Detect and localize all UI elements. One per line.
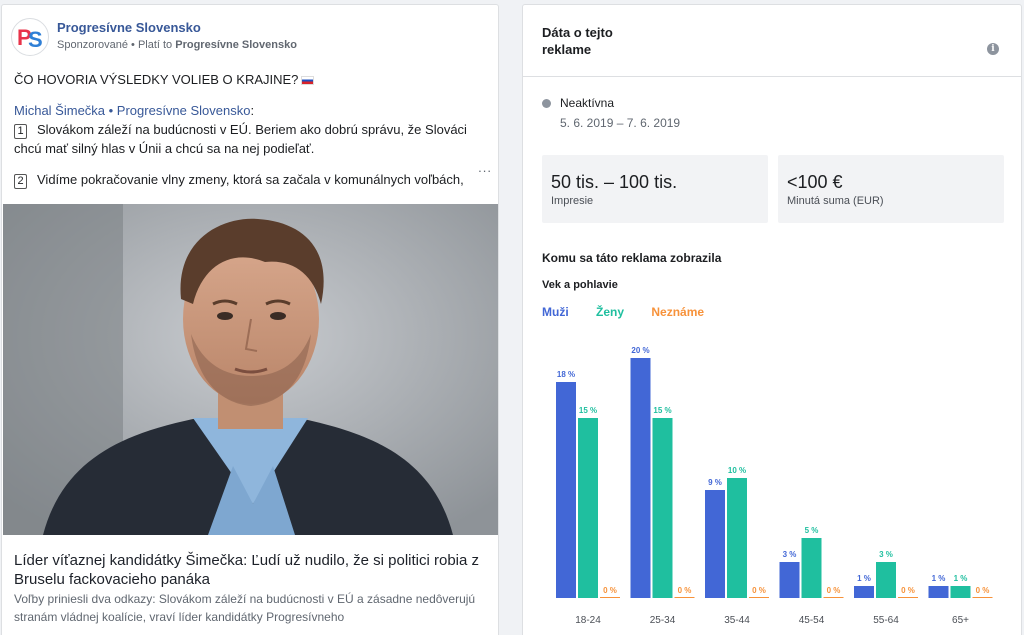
point-one-text: Slovákom záleží na budúcnosti v EÚ. Beri…	[14, 122, 467, 156]
data-label-55-64-1: 3 %	[879, 550, 893, 559]
sponsored-label: Sponzorované	[57, 39, 128, 51]
sponsored-line: Sponzorované • Platí to Progresívne Slov…	[57, 39, 297, 51]
bar-45-54-2[interactable]	[823, 597, 844, 598]
link-title[interactable]: Líder víťaznej kandidátky Šimečka: Ľudí …	[14, 551, 490, 589]
data-label-65+-0: 1 %	[932, 574, 946, 583]
ad-data-panel: Dáta o tejto reklame i Neaktívna 5. 6. 2…	[522, 4, 1022, 635]
keycap-two-icon: 2	[14, 174, 27, 189]
info-icon[interactable]: i	[987, 43, 999, 55]
bar-55-64-1[interactable]	[876, 562, 896, 598]
bar-25-34-2[interactable]	[674, 597, 695, 598]
bar-18-24-2[interactable]	[600, 597, 620, 598]
data-label-55-64-0: 1 %	[857, 574, 871, 583]
data-label-18-24-1: 15 %	[579, 406, 597, 415]
data-label-45-54-2: 0 %	[827, 586, 841, 595]
data-label-35-44-1: 10 %	[728, 466, 746, 475]
inactive-status-dot-icon	[542, 99, 551, 108]
point-two-text: Vidíme pokračovanie vlny zmeny, ktorá sa…	[37, 172, 464, 187]
bar-65+-1[interactable]	[950, 586, 971, 598]
slovakia-flag-icon	[301, 76, 315, 86]
bar-55-64-0[interactable]	[854, 586, 874, 598]
bar-45-54-1[interactable]	[801, 538, 822, 598]
bar-35-44-0[interactable]	[705, 490, 725, 598]
bar-25-34-0[interactable]	[630, 358, 651, 598]
audience-title: Komu sa táto reklama zobrazila	[542, 251, 722, 265]
link-description: Voľby priniesli dva odkazy: Slovákom zál…	[14, 592, 476, 624]
bar-18-24-1[interactable]	[578, 418, 598, 598]
x-tick-label: 18-24	[575, 615, 601, 626]
age-gender-title: Vek a pohlavie	[542, 279, 618, 291]
paid-by-name: Progresívne Slovensko	[175, 39, 297, 51]
bar-25-34-1[interactable]	[652, 418, 673, 598]
x-tick-label: 65+	[952, 615, 969, 626]
impressions-card: 50 tis. – 100 tis. Impresie	[542, 155, 768, 223]
impressions-label: Impresie	[551, 195, 594, 207]
data-label-18-24-2: 0 %	[603, 586, 617, 595]
ad-headline: ČO HOVORIA VÝSLEDKY VOLIEB O KRAJINE?	[14, 72, 299, 87]
data-label-65+-1: 1 %	[954, 574, 968, 583]
legend-men[interactable]: Muži	[542, 305, 569, 319]
ad-preview-card: P S Progresívne Slovensko Sponzorované •…	[1, 4, 499, 635]
page-avatar[interactable]: P S	[11, 18, 49, 56]
spend-card: <100 € Minutá suma (EUR)	[778, 155, 1004, 223]
data-label-45-54-1: 5 %	[805, 526, 819, 535]
bar-18-24-0[interactable]	[556, 382, 576, 598]
impressions-value: 50 tis. – 100 tis.	[551, 172, 678, 192]
data-label-18-24-0: 18 %	[557, 370, 575, 379]
bar-65+-2[interactable]	[972, 597, 993, 598]
spend-label: Minutá suma (EUR)	[787, 195, 884, 207]
bar-35-44-1[interactable]	[727, 478, 747, 598]
data-label-45-54-0: 3 %	[783, 550, 797, 559]
age-gender-bar-chart: 18 % 15 % 0 % 18-24 20 % 15 % 0 % 25-34 9 % 10 % 0…	[556, 346, 993, 626]
page-name-link[interactable]: Progresívne Slovensko	[57, 20, 297, 36]
author-line[interactable]: Michal Šimečka • Progresívne Slovensko	[14, 103, 250, 118]
data-label-35-44-0: 9 %	[708, 478, 722, 487]
x-tick-label: 35-44	[724, 615, 750, 626]
ad-photo[interactable]	[3, 204, 498, 535]
chart-legend: Muži Ženy Neznáme	[542, 305, 728, 319]
panel-divider	[523, 76, 1021, 77]
bar-55-64-2[interactable]	[898, 597, 918, 598]
paid-by-prefix: Platí to	[137, 39, 173, 51]
status-label: Neaktívna	[560, 96, 615, 110]
ad-header: P S Progresívne Slovensko Sponzorované •…	[11, 18, 297, 56]
x-tick-label: 55-64	[873, 615, 899, 626]
keycap-one-icon: 1	[14, 124, 27, 139]
data-label-55-64-2: 0 %	[901, 586, 915, 595]
bar-35-44-2[interactable]	[749, 597, 769, 598]
date-range: 5. 6. 2019 – 7. 6. 2019	[560, 116, 681, 130]
legend-women[interactable]: Ženy	[596, 305, 624, 319]
data-label-25-34-2: 0 %	[678, 586, 692, 595]
data-label-25-34-1: 15 %	[653, 406, 671, 415]
x-tick-label: 25-34	[650, 615, 676, 626]
data-label-65+-2: 0 %	[976, 586, 990, 595]
legend-unknown[interactable]: Neznáme	[651, 305, 704, 319]
svg-text:S: S	[28, 27, 43, 52]
x-tick-label: 45-54	[799, 615, 825, 626]
ad-body-text: ČO HOVORIA VÝSLEDKY VOLIEB O KRAJINE? Mi…	[14, 72, 467, 189]
data-label-35-44-2: 0 %	[752, 586, 766, 595]
data-label-25-34-0: 20 %	[631, 346, 649, 355]
ps-logo-icon: P S	[17, 25, 43, 52]
panel-title: Dáta o tejto reklame	[542, 25, 613, 57]
bar-45-54-0[interactable]	[779, 562, 800, 598]
bar-65+-0[interactable]	[928, 586, 949, 598]
spend-value: <100 €	[787, 172, 843, 192]
see-more-button[interactable]: ...	[478, 160, 492, 175]
